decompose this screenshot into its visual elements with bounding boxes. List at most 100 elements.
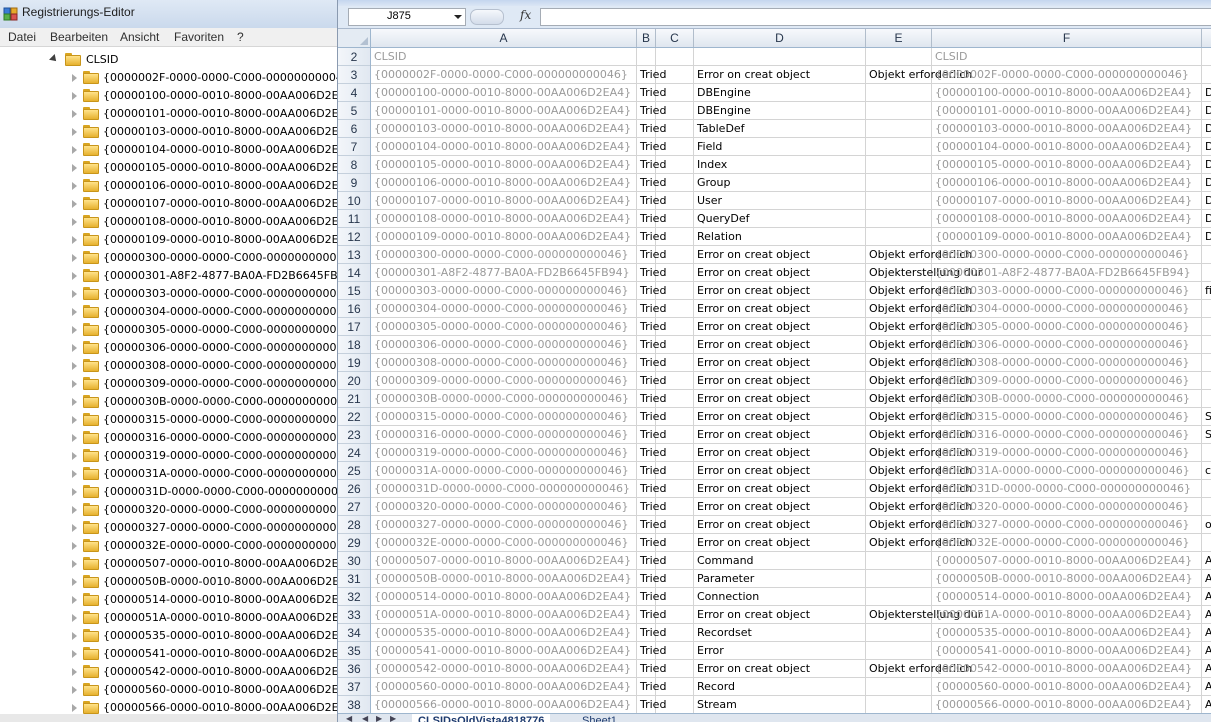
cell-e[interactable]: [866, 228, 932, 245]
cell-c[interactable]: [656, 642, 694, 659]
cell-c[interactable]: [656, 444, 694, 461]
cell-e[interactable]: Objekt erforderlich: [866, 444, 972, 461]
cell-b[interactable]: Tried: [637, 228, 666, 245]
cell-f[interactable]: {00000308-0000-0000-C000-000000000046}: [932, 354, 1202, 371]
row-header[interactable]: 14: [338, 264, 370, 282]
cell-e[interactable]: [866, 102, 932, 119]
cell-b[interactable]: Tried: [637, 426, 666, 443]
cell-a[interactable]: {00000107-0000-0010-8000-00AA006D2EA4}: [371, 192, 637, 209]
cell-a[interactable]: {00000542-0000-0010-8000-00AA006D2EA4}: [371, 660, 637, 677]
tree-node[interactable]: {00000560-0000-0010-8000-00AA006D2EA4}: [72, 681, 346, 699]
cell-a[interactable]: {00000315-0000-0000-C000-000000000046}: [371, 408, 637, 425]
tree-node[interactable]: {0000051A-0000-0010-8000-00AA006D2EA4}: [72, 609, 346, 627]
tree-node[interactable]: {00000103-0000-0010-8000-00AA006D2EA4}: [72, 123, 346, 141]
tree-node[interactable]: {00000327-0000-0000-C000-000000000046}: [72, 519, 346, 537]
cell-g[interactable]: S: [1202, 426, 1211, 443]
cell-g[interactable]: A: [1202, 642, 1211, 659]
expand-arrow-icon[interactable]: [72, 686, 77, 694]
cell-c[interactable]: [656, 660, 694, 677]
registry-key-tree[interactable]: CLSID {0000002F-0000-0000-C000-000000000…: [0, 47, 346, 722]
cell-e[interactable]: [866, 624, 932, 641]
cell-e[interactable]: Objekt erforderlich: [866, 372, 972, 389]
cell-e[interactable]: [866, 552, 932, 569]
expand-arrow-icon[interactable]: [72, 452, 77, 460]
cell-c[interactable]: [656, 372, 694, 389]
cell-f[interactable]: {00000306-0000-0000-C000-000000000046}: [932, 336, 1202, 353]
tree-node[interactable]: {00000542-0000-0010-8000-00AA006D2EA4}: [72, 663, 346, 681]
cell-b[interactable]: Tried: [637, 264, 666, 281]
insert-function-icon[interactable]: fx: [520, 8, 531, 22]
cell-d[interactable]: Error: [694, 642, 866, 659]
tree-node[interactable]: {00000304-0000-0000-C000-000000000046}: [72, 303, 346, 321]
cell-g[interactable]: [1202, 534, 1211, 551]
cell-b[interactable]: Tried: [637, 408, 666, 425]
regedit-horizontal-scrollbar[interactable]: [0, 714, 346, 722]
row-header[interactable]: 26: [338, 480, 370, 498]
expand-arrow-icon[interactable]: [72, 128, 77, 136]
cell-f[interactable]: {00000327-0000-0000-C000-000000000046}: [932, 516, 1202, 533]
expand-arrow-icon[interactable]: [72, 434, 77, 442]
cell-b[interactable]: Tried: [637, 246, 666, 263]
cell-f[interactable]: {00000109-0000-0010-8000-00AA006D2EA4}: [932, 228, 1202, 245]
cell-e[interactable]: Objekt erforderlich: [866, 534, 972, 551]
cell-c[interactable]: [656, 48, 694, 65]
cell-e[interactable]: [866, 678, 932, 695]
cell-g[interactable]: A: [1202, 624, 1211, 641]
cell-a[interactable]: {00000109-0000-0010-8000-00AA006D2EA4}: [371, 228, 637, 245]
expand-arrow-icon[interactable]: [72, 344, 77, 352]
cell-c[interactable]: [656, 318, 694, 335]
cell-f[interactable]: {00000535-0000-0010-8000-00AA006D2EA4}: [932, 624, 1202, 641]
cell-e[interactable]: [866, 120, 932, 137]
cell-e[interactable]: [866, 570, 932, 587]
cell-g[interactable]: A: [1202, 678, 1211, 695]
cell-f[interactable]: {00000105-0000-0010-8000-00AA006D2EA4}: [932, 156, 1202, 173]
expand-arrow-icon[interactable]: [72, 74, 77, 82]
cell-c[interactable]: [656, 66, 694, 83]
tree-node[interactable]: {00000535-0000-0010-8000-00AA006D2EA4}: [72, 627, 346, 645]
tree-node[interactable]: {00000106-0000-0010-8000-00AA006D2EA4}: [72, 177, 346, 195]
cell-e[interactable]: Objekterstellung dur: [866, 264, 982, 281]
cell-d[interactable]: Parameter: [694, 570, 866, 587]
expand-arrow-icon[interactable]: [72, 308, 77, 316]
tree-node[interactable]: {00000315-0000-0000-C000-000000000046}: [72, 411, 346, 429]
row-header[interactable]: 35: [338, 642, 370, 660]
cell-f[interactable]: CLSID: [932, 48, 1202, 65]
cell-grid[interactable]: CLSID CLSID {0000002F-0000-0000-C000-00000…: [371, 48, 1211, 714]
cell-e[interactable]: [866, 156, 932, 173]
cell-b[interactable]: Tried: [637, 588, 666, 605]
cell-a[interactable]: {00000507-0000-0010-8000-00AA006D2EA4}: [371, 552, 637, 569]
cell-f[interactable]: {00000103-0000-0010-8000-00AA006D2EA4}: [932, 120, 1202, 137]
cell-f[interactable]: {00000319-0000-0000-C000-000000000046}: [932, 444, 1202, 461]
cell-g[interactable]: A: [1202, 570, 1211, 587]
cell-e[interactable]: Objekt erforderlich: [866, 480, 972, 497]
column-header-g[interactable]: [1202, 29, 1211, 47]
cell-g[interactable]: o: [1202, 516, 1211, 533]
cell-f[interactable]: {00000566-0000-0010-8000-00AA006D2EA4}: [932, 696, 1202, 713]
expand-arrow-icon[interactable]: [72, 470, 77, 478]
cell-b[interactable]: Tried: [637, 516, 666, 533]
cell-a[interactable]: {0000031A-0000-0000-C000-000000000046}: [371, 462, 637, 479]
cell-d[interactable]: Error on creat object: [694, 498, 866, 515]
cell-g[interactable]: c: [1202, 462, 1211, 479]
column-header-a[interactable]: A: [371, 29, 637, 47]
cell-b[interactable]: Tried: [637, 480, 666, 497]
cell-c[interactable]: [656, 588, 694, 605]
row-header[interactable]: 36: [338, 660, 370, 678]
cell-d[interactable]: Error on creat object: [694, 606, 866, 623]
cell-g[interactable]: A: [1202, 696, 1211, 713]
cell-f[interactable]: {00000301-A8F2-4877-BA0A-FD2B6645FB94}: [932, 264, 1202, 281]
cell-a[interactable]: {0000050B-0000-0010-8000-00AA006D2EA4}: [371, 570, 637, 587]
cell-e[interactable]: [866, 174, 932, 191]
cell-c[interactable]: [656, 462, 694, 479]
row-header[interactable]: 28: [338, 516, 370, 534]
cell-a[interactable]: {00000303-0000-0000-C000-000000000046}: [371, 282, 637, 299]
expand-arrow-icon[interactable]: [72, 290, 77, 298]
column-header-e[interactable]: E: [866, 29, 932, 47]
cell-f[interactable]: {00000107-0000-0010-8000-00AA006D2EA4}: [932, 192, 1202, 209]
row-header[interactable]: 19: [338, 354, 370, 372]
cell-g[interactable]: D: [1202, 84, 1211, 101]
cell-d[interactable]: Error on creat object: [694, 336, 866, 353]
tree-node[interactable]: {00000319-0000-0000-C000-000000000046}: [72, 447, 346, 465]
tree-node[interactable]: {00000305-0000-0000-C000-000000000046}: [72, 321, 346, 339]
cell-d[interactable]: Command: [694, 552, 866, 569]
